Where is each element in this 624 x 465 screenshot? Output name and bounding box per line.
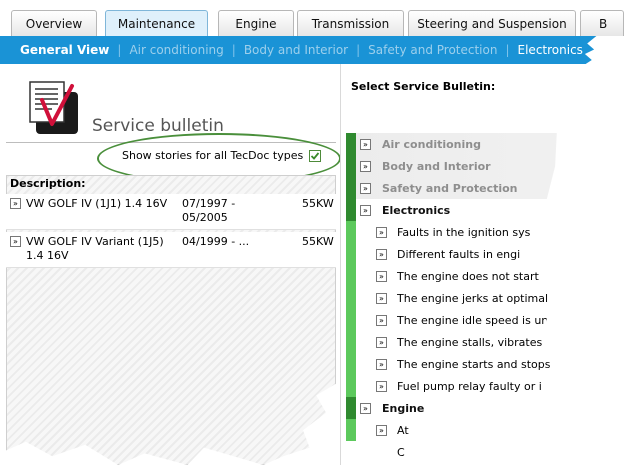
tab-transmission[interactable]: Transmission <box>297 10 404 36</box>
description-header: Description: <box>10 177 86 190</box>
vehicle-power: 55KW <box>302 197 334 210</box>
tab-engine[interactable]: Engine <box>218 10 294 36</box>
tab-more[interactable]: B <box>580 10 624 36</box>
panel-divider <box>340 64 341 465</box>
vehicle-power: 55KW <box>302 235 334 248</box>
expand-icon[interactable]: » <box>10 236 21 247</box>
service-bulletin-panel: Service bulletin Show stories for all Te… <box>0 64 341 465</box>
tab-steering-suspension[interactable]: Steering and Suspension <box>408 10 576 36</box>
expand-icon[interactable]: » <box>360 138 371 150</box>
expand-icon[interactable]: » <box>360 204 371 216</box>
expand-icon[interactable]: » <box>10 198 21 209</box>
torn-edge <box>540 133 624 465</box>
vehicle-name: VW GOLF IV (1J1) 1.4 16V <box>26 197 168 210</box>
select-bulletin-title: Select Service Bulletin: <box>351 80 496 93</box>
expand-icon[interactable]: » <box>376 314 387 326</box>
expand-icon[interactable]: » <box>376 380 387 392</box>
subnav-electronics[interactable]: Electronics <box>510 43 591 57</box>
service-bulletin-icon <box>29 81 78 134</box>
subnav-bar: General View | Air conditioning | Body a… <box>0 36 624 64</box>
expand-icon[interactable]: » <box>360 402 371 414</box>
expand-icon[interactable]: » <box>360 182 371 194</box>
expand-icon[interactable]: » <box>376 292 387 304</box>
subnav-air-conditioning[interactable]: Air conditioning <box>121 43 231 57</box>
vehicle-name: VW GOLF IV Variant (1J5) 1.4 16V <box>26 235 164 262</box>
expand-icon[interactable]: » <box>376 248 387 260</box>
tab-maintenance[interactable]: Maintenance <box>105 10 208 37</box>
expand-icon[interactable]: » <box>376 424 387 436</box>
table-row[interactable]: » VW GOLF IV Variant (1J5) 1.4 16V 04/19… <box>6 232 336 268</box>
table-row[interactable]: » VW GOLF IV (1J1) 1.4 16V 07/1997 - 05/… <box>6 194 336 230</box>
subnav-safety-protection[interactable]: Safety and Protection <box>360 43 505 57</box>
subnav-body-interior[interactable]: Body and Interior <box>236 43 356 57</box>
expand-icon[interactable]: » <box>360 160 371 172</box>
expand-icon[interactable]: » <box>376 226 387 238</box>
expand-icon[interactable]: » <box>376 358 387 370</box>
expand-icon[interactable]: » <box>376 336 387 348</box>
expand-icon[interactable]: » <box>376 270 387 282</box>
vehicle-date: 07/1997 - 05/2005 <box>182 197 236 224</box>
subnav-general-view[interactable]: General View <box>0 43 117 57</box>
vehicle-date: 04/1999 - ... <box>182 235 250 248</box>
tab-overview[interactable]: Overview <box>11 10 97 36</box>
main-tabs: Overview Maintenance Engine Transmission… <box>0 0 624 37</box>
